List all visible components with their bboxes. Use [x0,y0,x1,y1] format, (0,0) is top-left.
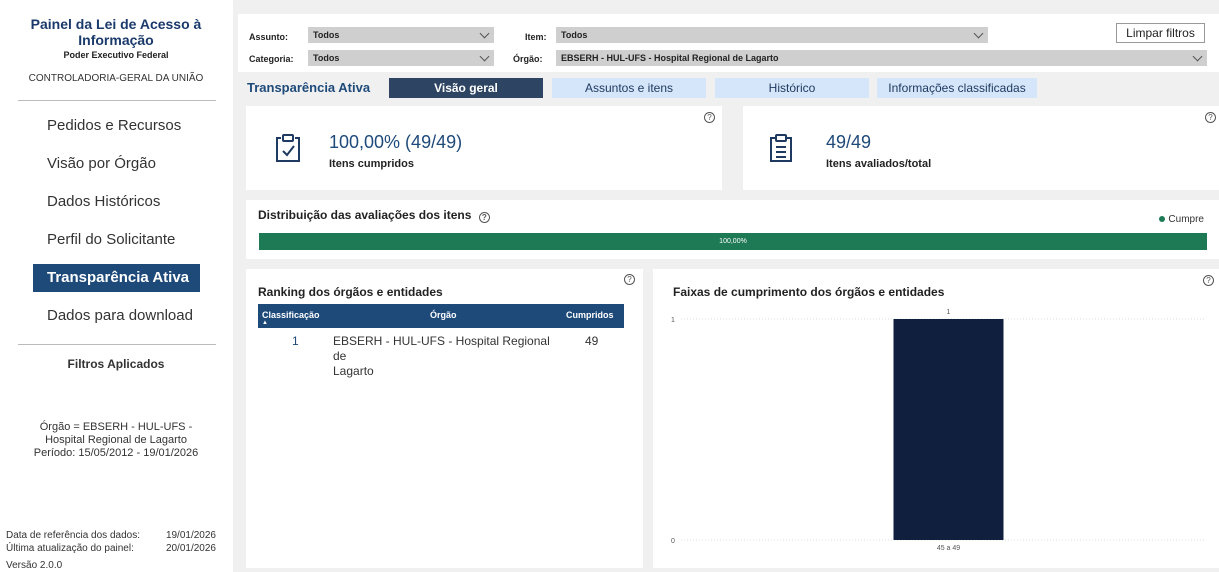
org-name: CONTROLADORIA-GERAL DA UNIÃO [28,73,204,84]
reference-date: Data de referência dos dados: 19/01/2026 [6,530,216,541]
assunto-select[interactable]: Todos [308,27,494,43]
ranking-table-header: Classificação ▲ Órgão Cumpridos [258,304,624,328]
ranking-title: Ranking dos órgãos e entidades [258,285,443,299]
orgao-label: Órgão: [513,54,543,64]
chevron-down-icon [973,28,984,39]
chart-title: Faixas de cumprimento dos órgãos e entid… [673,285,945,299]
reference-date-value: 19/01/2026 [165,530,216,541]
tab-visao-geral[interactable]: Visão geral [389,78,543,98]
nav-pedidos-recursos[interactable]: Pedidos e Recursos [33,112,200,140]
row-cumpridos: 49 [585,334,599,348]
kpi-avaliados-value: 49/49 [826,132,872,152]
data-label: 1 [947,309,951,316]
bar-chart: 0 1 1 45 a 49 [671,309,1206,552]
filter-line: Hospital Regional de Lagarto [45,434,187,446]
clear-filters-button[interactable]: Limpar filtros [1116,23,1205,43]
nav-dados-download[interactable]: Dados para download [33,302,200,330]
filters-applied-text: Órgão = EBSERH - HUL-UFS - Hospital Regi… [8,421,224,460]
update-date-label: Última atualização do painel: [6,543,134,554]
row-orgao-line: Lagarto [333,364,374,378]
chevron-down-icon [479,28,490,39]
version: Versão 2.0.0 [6,560,63,571]
categoria-label: Categoria: [249,54,294,64]
filter-bar: Assunto: Todos Item: Todos Limpar filtro… [238,14,1219,72]
kpi-card-cumpridos: 100,00% (49/49) Itens cumpridos ? [246,106,722,190]
tab-assuntos-itens[interactable]: Assuntos e itens [552,78,706,98]
orgao-select[interactable]: EBSERH - HUL-UFS - Hospital Regional de … [556,50,1207,66]
clipboard-list-icon [770,134,792,162]
nav-visao-orgao[interactable]: Visão por Órgão [33,150,200,178]
filter-line: Período: 15/05/2012 - 19/01/2026 [33,447,199,459]
help-icon[interactable]: ? [624,274,635,285]
filter-line: Órgão = EBSERH - HUL-UFS - [39,421,193,433]
legend-label: Cumpre [1168,214,1204,225]
update-date-value: 20/01/2026 [165,543,216,554]
section-title: Transparência Ativa [247,80,371,95]
app-title: Painel da Lei de Acesso à Informação [30,16,202,48]
sidebar: Painel da Lei de Acesso à Informação Pod… [0,0,233,572]
column-header-orgao[interactable]: Órgão [430,310,457,320]
distribution-title-text: Distribuição das avaliações dos itens [258,208,472,222]
kpi-cumpridos-label: Itens cumpridos [329,158,414,170]
y-tick-label: 1 [671,317,675,324]
categoria-value: Todos [313,53,340,63]
item-value: Todos [561,30,588,40]
kpi-card-avaliados: 49/49 Itens avaliados/total ? [743,106,1219,190]
categoria-select[interactable]: Todos [308,50,494,66]
item-label: Item: [525,32,547,42]
legend-dot [1159,216,1166,222]
orgao-value: EBSERH - HUL-UFS - Hospital Regional de … [561,53,779,63]
distribution-title: Distribuição das avaliações dos itens ? [258,208,490,223]
help-icon[interactable]: ? [1205,112,1216,123]
row-rank: 1 [292,334,299,348]
reference-date-label: Data de referência dos dados: [6,530,140,541]
tabs-row: Transparência Ativa Visão geral Assuntos… [238,76,1219,102]
column-header-cumpridos[interactable]: Cumpridos [566,310,614,320]
tab-historico[interactable]: Histórico [715,78,869,98]
help-icon[interactable]: ? [478,212,490,223]
help-icon[interactable]: ? [704,112,715,123]
chevron-down-icon [479,51,490,62]
sidebar-divider [18,344,216,345]
assunto-label: Assunto: [249,32,288,42]
column-header-classificacao[interactable]: Classificação ▲ [262,310,320,326]
nav-dados-historicos[interactable]: Dados Históricos [33,188,200,216]
kpi-cumpridos-value: 100,00% (49/49) [329,132,463,152]
filters-applied-title: Filtros Aplicados [67,357,165,371]
clipboard-check-icon [276,134,300,162]
distribution-bar[interactable]: 100,00% [259,233,1207,250]
row-orgao: EBSERH - HUL-UFS - Hospital Regional de … [333,334,565,379]
tab-informacoes-classificadas[interactable]: Informações classificadas [877,78,1037,98]
nav-perfil-solicitante[interactable]: Perfil do Solicitante [33,226,200,254]
app-subtitle: Poder Executivo Federal [63,50,169,60]
row-orgao-line: EBSERH - HUL-UFS - Hospital Regional de [333,334,550,363]
kpi-avaliados-label: Itens avaliados/total [826,158,932,170]
item-select[interactable]: Todos [556,27,988,43]
bar[interactable] [893,319,1004,540]
sidebar-divider [18,100,216,101]
assunto-value: Todos [313,30,340,40]
x-tick-label: 45 a 49 [937,545,960,552]
update-date: Última atualização do painel: 20/01/2026 [6,543,216,554]
y-tick-label: 0 [671,538,675,545]
distribution-legend: Cumpre [1159,214,1204,225]
help-icon[interactable]: ? [1203,275,1214,286]
nav-transparencia-ativa[interactable]: Transparência Ativa [33,264,200,292]
chevron-down-icon [1192,51,1203,62]
